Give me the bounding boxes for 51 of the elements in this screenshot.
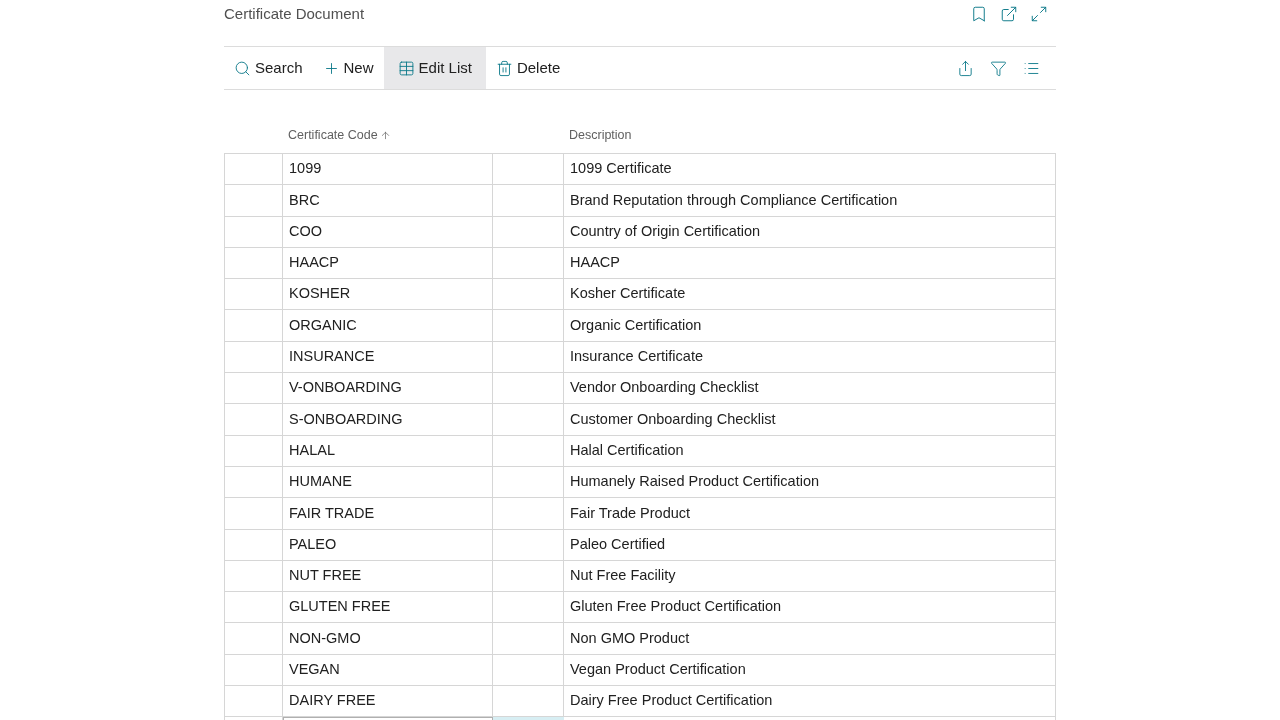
table-cell-text: Non GMO Product	[570, 628, 690, 648]
table-cell-text: Customer Onboarding Checklist	[570, 409, 776, 429]
table-cell-text: BRC	[289, 190, 320, 210]
column-header[interactable]: Description	[569, 126, 632, 145]
table-cell-text: Organic Certification	[570, 315, 702, 335]
toolbar-button[interactable]: Edit List	[383, 47, 486, 89]
table-cell-text: 1099	[289, 159, 322, 179]
table-cell-text: HALAL	[289, 440, 335, 460]
table-cell-text: Vendor Onboarding Checklist	[570, 378, 759, 398]
table-cell-text: HAACP	[570, 253, 620, 273]
table-cell-text: PALEO	[289, 534, 337, 554]
table-edit-icon	[397, 59, 415, 77]
column-header[interactable]: Certificate Code	[288, 126, 378, 145]
table-cell-text: COO	[289, 221, 323, 241]
table-cell-text: Fair Trade Product	[570, 503, 691, 523]
table-cell-text: Paleo Certified	[570, 534, 666, 554]
share-icon[interactable]	[957, 59, 974, 77]
filter-icon[interactable]	[990, 59, 1007, 77]
table-cell-text: INSURANCE	[289, 347, 375, 367]
table-cell-text: Vegan Product Certification	[570, 660, 746, 679]
table-cell-text: Brand Reputation through Compliance Certification	[570, 190, 898, 210]
table-cell-text: NON-GMO	[289, 628, 361, 648]
page-title: Certificate Document	[224, 3, 365, 24]
table-cell-text: DAIRY FREE	[289, 691, 376, 711]
table-cell-text: FAIR TRADE	[289, 503, 375, 523]
open-new-window-icon[interactable]	[1000, 5, 1018, 23]
toolbar-button[interactable]: Search	[224, 47, 313, 89]
bookmark-icon[interactable]	[970, 5, 988, 23]
table-cell-text: GLUTEN FREE	[289, 597, 391, 617]
table-cell-text: HAACP	[289, 253, 339, 273]
table-cell-text: Kosher Certificate	[570, 284, 686, 304]
table-cell-text: S-ONBOARDING	[289, 409, 403, 429]
table-cell-text: Humanely Raised Product Certification	[570, 472, 820, 492]
table-cell-text: NUT FREE	[289, 566, 362, 586]
table-cell-text: VEGAN	[289, 660, 340, 679]
table-cell-text: Country of Origin Certification	[570, 221, 761, 241]
expand-icon[interactable]	[1030, 5, 1048, 23]
table-cell-text: V-ONBOARDING	[289, 378, 402, 398]
table-cell-text: Nut Free Facility	[570, 566, 676, 586]
table-cell-text: KOSHER	[289, 284, 351, 304]
search-icon	[234, 59, 251, 77]
toolbar-button[interactable]: New	[312, 47, 384, 89]
table-cell-text: Halal Certification	[570, 440, 684, 460]
table-cell-text: 1099 Certificate	[570, 159, 672, 179]
table-cell-text: ORGANIC	[289, 315, 357, 335]
trash-icon	[495, 59, 513, 77]
table-cell-text: Dairy Free Product Certification	[570, 691, 773, 711]
table-cell-text: HUMANE	[289, 472, 352, 492]
table-cell-text: Gluten Free Product Certification	[570, 597, 782, 617]
toolbar-button[interactable]: Delete	[485, 47, 571, 89]
table-cell-text: Insurance Certificate	[570, 347, 703, 367]
